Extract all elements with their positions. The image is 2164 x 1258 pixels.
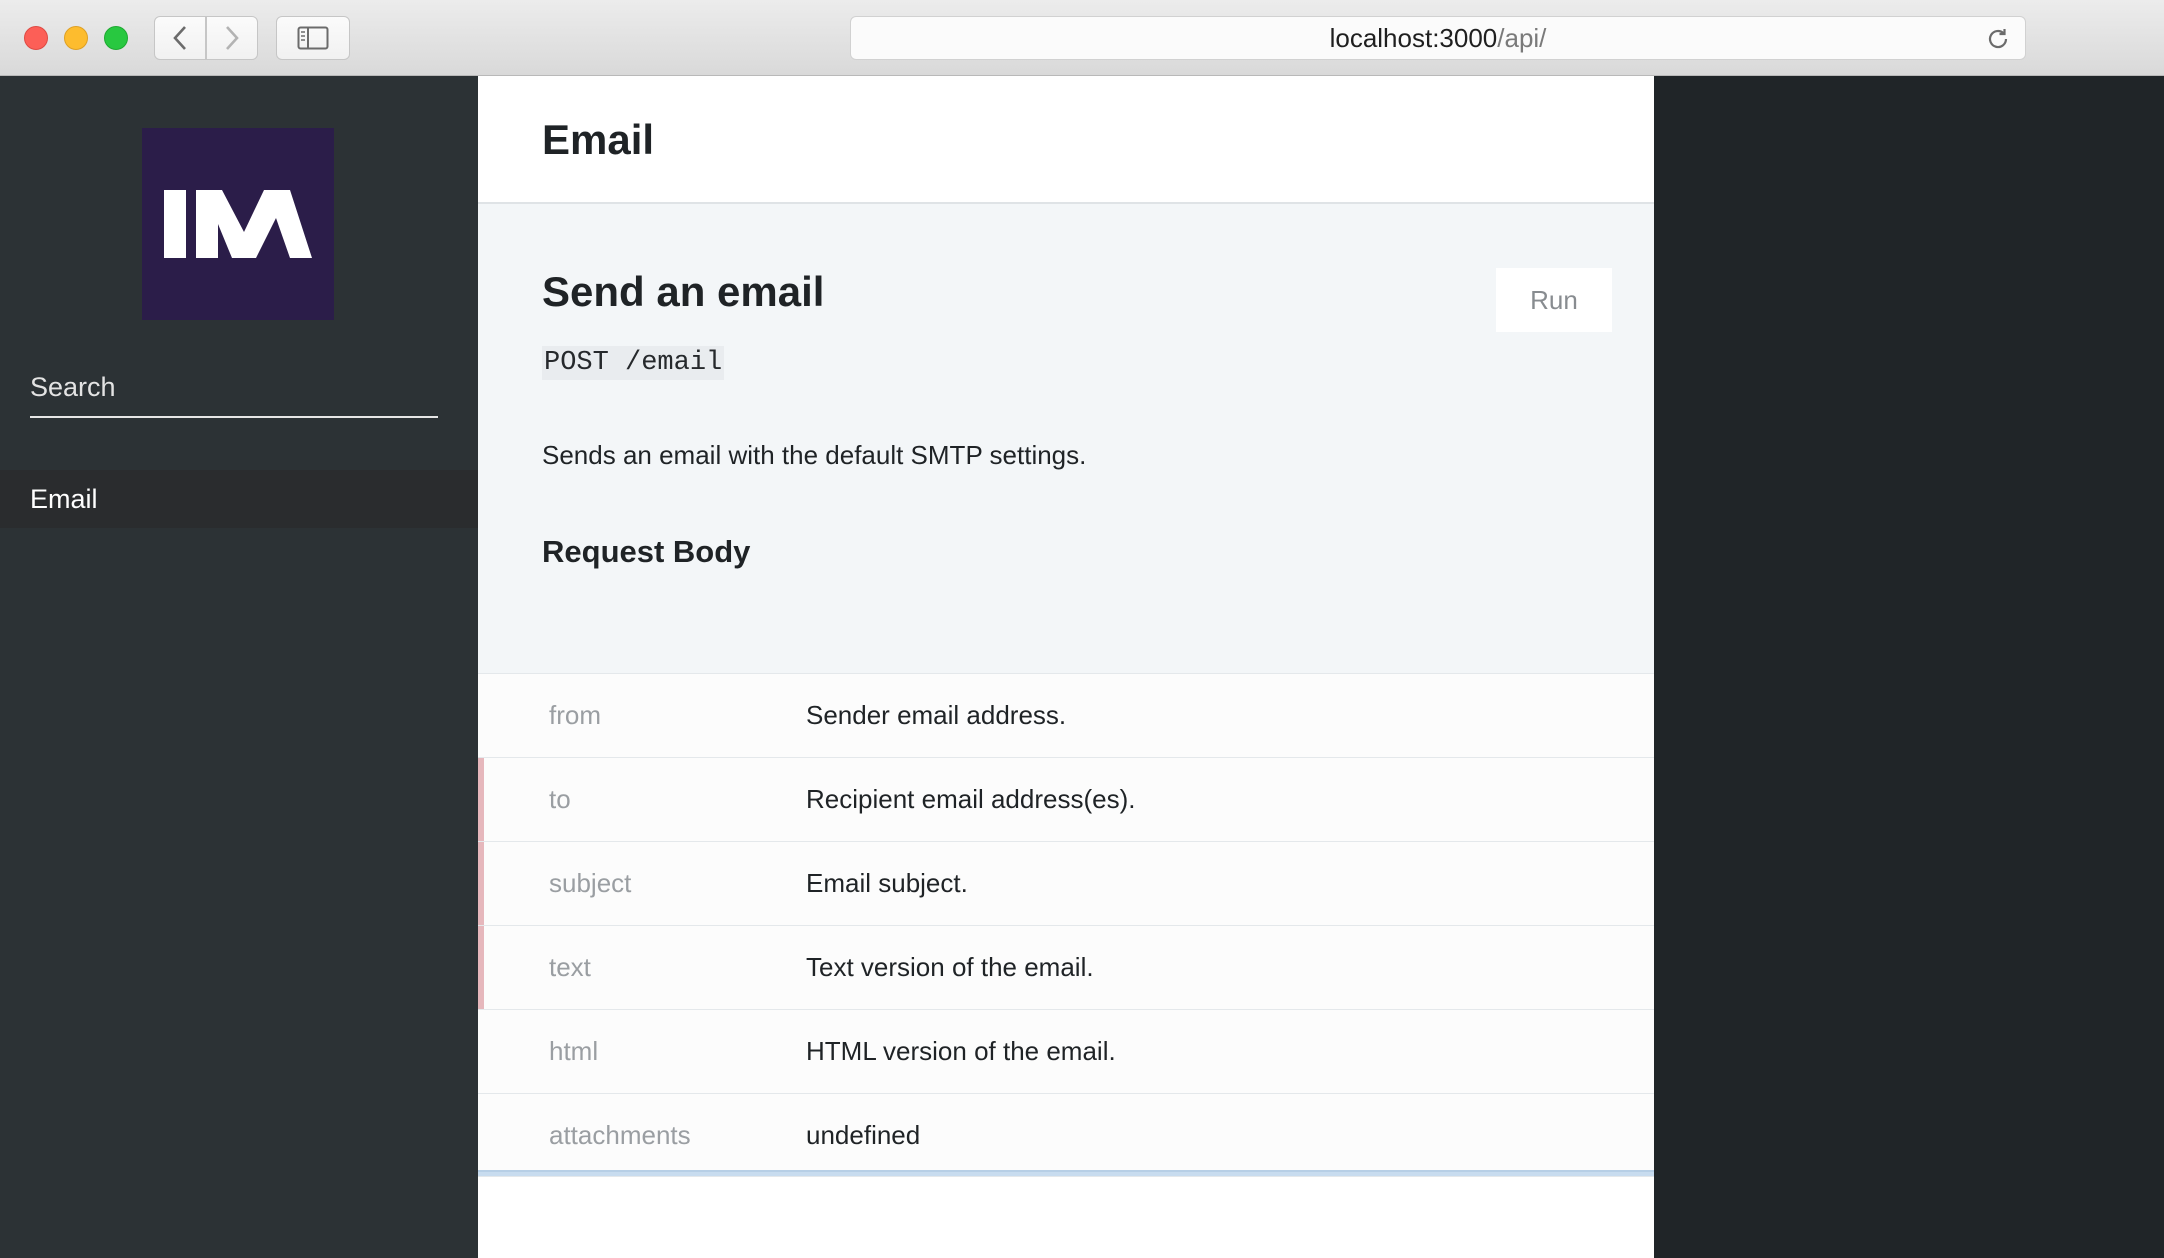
param-name: to — [549, 784, 571, 814]
response-divider — [478, 1170, 1654, 1176]
back-button[interactable] — [154, 16, 206, 60]
page-title: Email — [542, 116, 655, 163]
url-path: /api/ — [1497, 22, 1547, 53]
run-button[interactable]: Run — [1496, 268, 1612, 332]
browser-toolbar: localhost:3000/api/ — [0, 0, 2164, 76]
sidebar-icon — [297, 26, 329, 50]
im-logo-icon — [164, 190, 312, 258]
param-description: Sender email address. — [806, 700, 1067, 730]
endpoint-route: POST /email — [542, 346, 725, 380]
param-row: from Sender email address. — [478, 673, 1654, 757]
sidebar: Email — [0, 76, 478, 1258]
chevron-left-icon — [173, 26, 186, 50]
chevron-right-icon — [226, 26, 239, 50]
zoom-window-button[interactable] — [104, 26, 128, 50]
search-field[interactable] — [30, 358, 438, 418]
param-description: Recipient email address(es). — [806, 784, 1136, 814]
param-description: Email subject. — [806, 868, 968, 898]
param-row-required: subject Email subject. — [478, 841, 1654, 925]
reload-icon[interactable] — [1985, 26, 2011, 52]
param-row-required: text Text version of the email. — [478, 925, 1654, 1009]
param-name: attachments — [549, 1119, 691, 1150]
endpoint-title: Send an email — [542, 268, 825, 315]
param-name: subject — [549, 868, 632, 898]
search-input[interactable] — [30, 358, 438, 416]
param-description: Text version of the email. — [806, 952, 1094, 982]
forward-button[interactable] — [206, 16, 258, 60]
sidebar-item-email[interactable]: Email — [0, 470, 478, 528]
param-row: html HTML version of the email. — [478, 1009, 1654, 1093]
param-row: attachments undefined — [478, 1093, 1654, 1177]
close-window-button[interactable] — [24, 26, 48, 50]
logo — [142, 128, 334, 320]
page-header: Email — [478, 76, 1654, 204]
url-host: localhost:3000 — [1329, 22, 1498, 53]
sidebar-toggle-button[interactable] — [276, 16, 350, 60]
minimize-window-button[interactable] — [64, 26, 88, 50]
param-row-required: to Recipient email address(es). — [478, 757, 1654, 841]
param-name: from — [549, 700, 601, 730]
endpoint-section: Send an email Run POST /email Sends an e… — [478, 204, 1654, 1177]
code-sample-panel — [1654, 76, 2164, 1258]
param-description: HTML version of the email. — [806, 1036, 1116, 1066]
request-body-heading: Request Body — [542, 534, 751, 569]
main-content: Email Send an email Run POST /email Send… — [478, 76, 1654, 1258]
endpoint-description: Sends an email with the default SMTP set… — [542, 440, 1087, 470]
sidebar-item-label: Email — [30, 483, 98, 514]
params-table: from Sender email address. to Recipient … — [478, 673, 1654, 1177]
param-description: undefined — [806, 1119, 921, 1150]
param-name: html — [549, 1036, 599, 1066]
address-bar[interactable]: localhost:3000/api/ — [850, 16, 2026, 60]
param-name: text — [549, 952, 591, 982]
